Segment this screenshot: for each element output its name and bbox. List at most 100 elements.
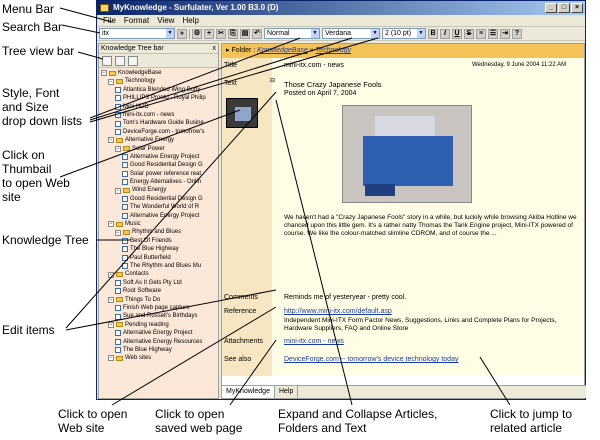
tree-node-label: Energy Alternatives - Onlin [130,179,202,186]
minimize-icon[interactable]: _ [545,3,557,13]
tree-node[interactable]: mini-itx.com - news [101,111,218,119]
search-go-icon[interactable]: » [177,28,187,39]
breadcrumb-link-knowledgebase[interactable]: KnowledgeBase [257,47,308,54]
expand-collapse-icon[interactable]: − [108,321,114,328]
expand-collapse-icon[interactable]: − [108,78,114,85]
tree-node[interactable]: − KnowledgeBase [101,69,218,77]
tree-node[interactable]: Alternative Energy Project [101,153,218,161]
menu-format[interactable]: Format [124,15,149,26]
filter-icon[interactable] [128,55,138,66]
tree-node[interactable]: The Wonderful World of R [101,203,218,211]
close-icon[interactable]: × [571,3,583,13]
attachment-link[interactable]: mini-itx.com - news [284,338,344,345]
tree-node[interactable]: Good Residential Design G [101,161,218,169]
tree-node[interactable]: PHILLIPS Pronto - Royal Philip [101,94,218,102]
expand-collapse-icon[interactable]: − [108,271,114,278]
search-input[interactable]: itx ▼ [99,28,175,39]
menu-file[interactable]: File [103,15,116,26]
tree-node[interactable]: Solar power reference reat [101,170,218,178]
paste-icon[interactable]: ▤ [240,28,250,39]
tree-node[interactable]: − Contacts [101,270,218,278]
label-see-also: See also [224,356,252,363]
thumbnail-image[interactable] [226,98,258,128]
italic-button[interactable]: I [440,28,450,39]
expand-collapse-icon[interactable]: ⊟ [270,77,275,84]
tree-node[interactable]: − Alternative Energy [101,136,218,144]
new-item-icon[interactable]: + [204,28,214,39]
expand-collapse-icon[interactable]: − [108,296,114,303]
list-icon[interactable]: ☰ [488,28,498,39]
tree-node[interactable]: Alternative Energy Project [101,212,218,220]
cut-icon[interactable]: ✂ [216,28,226,39]
see-also-link[interactable]: DeviceForge.com -- tomorrow's device tec… [284,356,458,363]
chevron-down-icon[interactable]: ▼ [166,29,174,38]
expand-collapse-icon[interactable]: − [115,187,121,194]
menu-view[interactable]: View [157,15,174,26]
bold-button[interactable]: B [428,28,438,39]
tree-node[interactable]: Paul Butterfield [101,254,218,262]
tree-node[interactable]: Mini HDD [101,103,218,111]
indent-icon[interactable]: ⇥ [500,28,510,39]
tree-node-label: Rhythm and Blues [132,229,182,236]
copy-icon[interactable]: ⎘ [228,28,238,39]
expand-collapse-icon[interactable]: − [115,229,121,236]
tree-node[interactable]: − Solar Power [101,145,218,153]
align-icon[interactable]: ≡ [476,28,486,39]
tree-node[interactable]: The Blue Highway [101,245,218,253]
tree-node[interactable]: Root Software [101,287,218,295]
chevron-down-icon[interactable]: ▼ [311,29,319,38]
tree-node[interactable]: Alternative Energy Resources [101,338,218,346]
size-select[interactable]: 2 (10 pt) ▼ [382,28,426,39]
expand-collapse-icon[interactable]: − [108,221,114,228]
tree-node[interactable]: Sue and Russell's Birthdays [101,312,218,320]
tree-node[interactable]: − Rhythm and Blues [101,228,218,236]
tree-node[interactable]: − Music [101,220,218,228]
tree-node[interactable]: Best Of Friends [101,237,218,245]
tree-node[interactable]: Energy Alternatives - Onlin [101,178,218,186]
tree-node[interactable]: Atlantica Blended Wing Body [101,86,218,94]
breadcrumb-link-technology[interactable]: Technology [316,47,352,54]
folder-icon [109,70,116,76]
help-icon[interactable]: ? [512,28,522,39]
folder-view-icon[interactable] [102,55,112,66]
annotation-style-font: Style, Font and Size drop down lists [2,86,83,128]
page-icon [115,95,121,102]
strike-button[interactable]: S [464,28,474,39]
undo-icon[interactable]: ↶ [252,28,262,39]
underline-button[interactable]: U [452,28,462,39]
tree-node[interactable]: Alternative Energy Project [101,329,218,337]
expand-collapse-icon[interactable]: − [115,145,121,152]
close-icon[interactable]: x [213,44,217,54]
tree-node[interactable]: − Technology [101,77,218,85]
tree-node[interactable]: − Things To Do [101,296,218,304]
tree-node[interactable]: Tom's Hardware Guide Busine [101,119,218,127]
expand-collapse-icon[interactable]: − [108,137,114,144]
menu-help[interactable]: Help [182,15,198,26]
tree-node[interactable]: − Wind Energy [101,186,218,194]
tree-node[interactable]: Good Residential Design G [101,195,218,203]
font-select[interactable]: Verdana ▼ [322,28,380,39]
breadcrumb: ▸ Folder : KnowledgeBase » Technology [222,44,584,58]
list-view-icon[interactable] [115,55,125,66]
tree-node-label: DeviceForge.com - tomorrow's [123,128,205,135]
tree-node[interactable]: Soft As It Gets Pty Ltd [101,279,218,287]
page-icon [115,338,121,345]
chevron-down-icon[interactable]: ▼ [417,29,425,38]
tree-node[interactable]: The Blue Highway [101,346,218,354]
tab-help[interactable]: Help [275,386,299,398]
tab-myknowledge[interactable]: MyKnowledge [222,386,275,398]
tree-node[interactable]: The Rhythm and Blues Mu [101,262,218,270]
chevron-down-icon[interactable]: ▼ [371,29,379,38]
tree-node[interactable]: − Web sites [101,354,218,362]
style-select[interactable]: Normal ▼ [264,28,320,39]
expand-collapse-icon[interactable]: − [101,70,107,77]
tree-node[interactable]: DeviceForge.com - tomorrow's [101,128,218,136]
tree-node-label: Root Software [123,288,162,295]
gear-icon[interactable]: ⚙ [192,28,202,39]
reference-link[interactable]: http://www.mini-itx.com/default.asp [284,308,392,315]
expand-collapse-icon[interactable]: − [108,355,114,362]
title-bar: MyKnowledge - Surfulater, Ver 1.00 B3.0 … [97,1,585,15]
tree-node[interactable]: − Pending reading [101,321,218,329]
tree-node[interactable]: Finish Web page capture [101,304,218,312]
maximize-icon[interactable]: □ [558,3,570,13]
